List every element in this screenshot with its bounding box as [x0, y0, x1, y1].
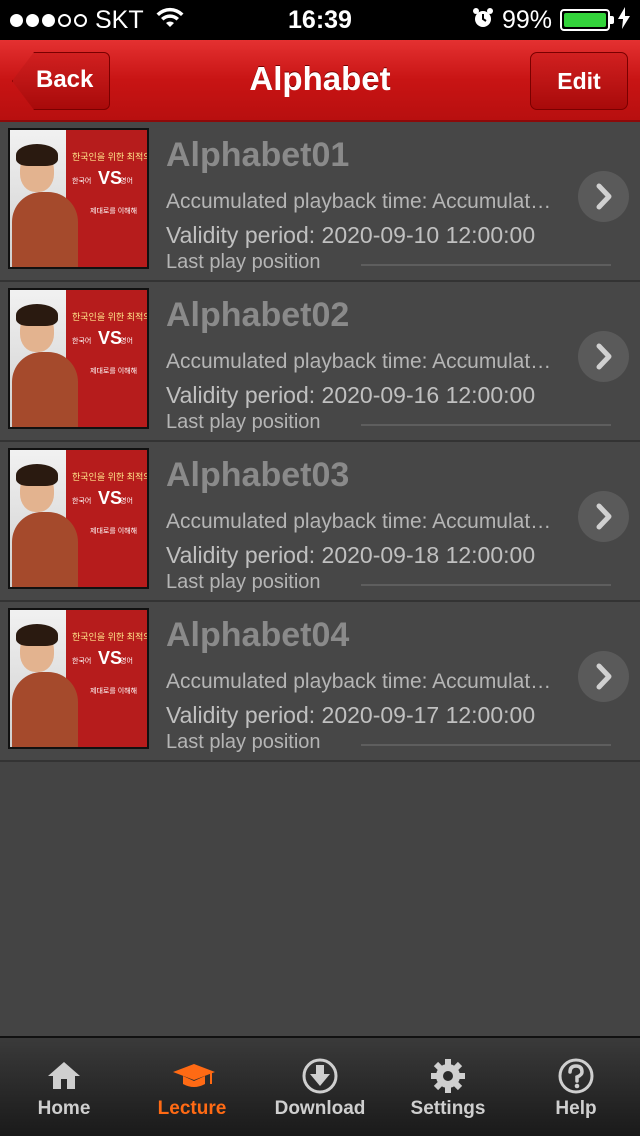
tab-home-label: Home — [37, 1098, 91, 1119]
lecture-accumulated-time: Accumulated playback time: Accumulated p… — [166, 190, 561, 213]
lecture-row[interactable]: 한국인을 위한 최적의 영어 학습법 한국어 VS 영어 제대로를 이해해 Al… — [0, 602, 640, 762]
lecture-last-play-position: Last play position — [166, 251, 321, 273]
thumbnail-text: 제대로를 이해해 — [90, 528, 138, 535]
tab-help[interactable]: Help — [512, 1038, 640, 1136]
tab-bar: Home Lecture Download Settings Help — [0, 1036, 640, 1136]
lecture-validity-period: Validity period: 2020-09-17 12:00:00 — [166, 702, 536, 728]
tab-home[interactable]: Home — [0, 1038, 128, 1136]
lecture-validity-period: Validity period: 2020-09-10 12:00:00 — [166, 222, 536, 248]
lecture-thumbnail: 한국인을 위한 최적의 영어 학습법 한국어 VS 영어 제대로를 이해해 — [8, 128, 149, 269]
lecture-row[interactable]: 한국인을 위한 최적의 영어 학습법 한국어 VS 영어 제대로를 이해해 Al… — [0, 122, 640, 282]
last-play-progress-track — [361, 424, 611, 426]
lecture-last-play-position: Last play position — [166, 571, 321, 593]
tab-settings[interactable]: Settings — [384, 1038, 512, 1136]
thumbnail-text: 제대로를 이해해 — [90, 688, 138, 695]
thumbnail-text: 한국인을 위한 최적의 영어 학습법 — [72, 632, 147, 642]
tab-download-label: Download — [274, 1098, 366, 1119]
tab-help-label: Help — [555, 1098, 597, 1119]
navigation-bar: Back Alphabet Edit — [0, 40, 640, 122]
thumbnail-text: 영어 — [120, 658, 133, 665]
last-play-progress-track — [361, 264, 611, 266]
chevron-right-icon[interactable] — [578, 651, 629, 702]
thumbnail-text: 제대로를 이해해 — [90, 368, 138, 375]
thumbnail-text: 영어 — [120, 178, 133, 185]
thumbnail-text: 한국어 — [72, 498, 92, 505]
thumbnail-text: VS — [98, 168, 123, 188]
lecture-row[interactable]: 한국인을 위한 최적의 영어 학습법 한국어 VS 영어 제대로를 이해해 Al… — [0, 442, 640, 602]
lecture-last-play-position: Last play position — [166, 411, 321, 433]
thumbnail-text: VS — [98, 488, 123, 508]
lecture-accumulated-time: Accumulated playback time: Accumulated p… — [166, 670, 561, 693]
lecture-thumbnail: 한국인을 위한 최적의 영어 학습법 한국어 VS 영어 제대로를 이해해 — [8, 288, 149, 429]
tab-lecture-label: Lecture — [157, 1098, 227, 1119]
lecture-thumbnail: 한국인을 위한 최적의 영어 학습법 한국어 VS 영어 제대로를 이해해 — [8, 448, 149, 589]
thumbnail-text: 영어 — [120, 498, 133, 505]
lecture-validity-period: Validity period: 2020-09-16 12:00:00 — [166, 382, 536, 408]
tab-settings-label: Settings — [410, 1098, 486, 1119]
tab-download[interactable]: Download — [256, 1038, 384, 1136]
tab-lecture[interactable]: Lecture — [128, 1038, 256, 1136]
thumbnail-text: 한국어 — [72, 338, 92, 345]
home-icon — [44, 1056, 84, 1096]
download-icon — [300, 1056, 340, 1096]
lecture-title: Alphabet01 — [166, 136, 350, 174]
thumbnail-text: 한국어 — [72, 178, 92, 185]
status-bar: SKT 16:39 99% — [0, 0, 640, 40]
battery-icon — [560, 9, 614, 31]
lecture-title: Alphabet03 — [166, 456, 350, 494]
lecture-accumulated-time: Accumulated playback time: Accumulated p… — [166, 350, 561, 373]
lecture-title: Alphabet04 — [166, 616, 350, 654]
thumbnail-text: VS — [98, 328, 123, 348]
edit-button[interactable]: Edit — [530, 52, 628, 110]
thumbnail-text: 한국인을 위한 최적의 영어 학습법 — [72, 312, 147, 322]
thumbnail-text: 한국인을 위한 최적의 영어 학습법 — [72, 472, 147, 482]
lecture-list: 한국인을 위한 최적의 영어 학습법 한국어 VS 영어 제대로를 이해해 Al… — [0, 122, 640, 762]
battery-percent: 99% — [501, 5, 552, 34]
lecture-row[interactable]: 한국인을 위한 최적의 영어 학습법 한국어 VS 영어 제대로를 이해해 Al… — [0, 282, 640, 442]
lecture-accumulated-time: Accumulated playback time: Accumulated p… — [166, 510, 561, 533]
lecture-validity-period: Validity period: 2020-09-18 12:00:00 — [166, 542, 536, 568]
gear-icon — [428, 1056, 468, 1096]
charging-bolt-icon — [618, 6, 630, 34]
lecture-last-play-position: Last play position — [166, 731, 321, 753]
last-play-progress-track — [361, 744, 611, 746]
graduation-cap-icon — [172, 1056, 215, 1096]
alarm-icon — [472, 7, 494, 34]
lecture-thumbnail: 한국인을 위한 최적의 영어 학습법 한국어 VS 영어 제대로를 이해해 — [8, 608, 149, 749]
battery-fill — [564, 13, 606, 27]
help-icon — [556, 1056, 596, 1096]
thumbnail-text: 영어 — [120, 338, 133, 345]
chevron-right-icon[interactable] — [578, 171, 629, 222]
chevron-right-icon[interactable] — [578, 491, 629, 542]
thumbnail-text: 한국어 — [72, 658, 92, 665]
last-play-progress-track — [361, 584, 611, 586]
thumbnail-text: 제대로를 이해해 — [90, 208, 138, 215]
chevron-right-icon[interactable] — [578, 331, 629, 382]
lecture-title: Alphabet02 — [166, 296, 350, 334]
thumbnail-text: 한국인을 위한 최적의 영어 학습법 — [72, 152, 147, 162]
thumbnail-text: VS — [98, 648, 123, 668]
